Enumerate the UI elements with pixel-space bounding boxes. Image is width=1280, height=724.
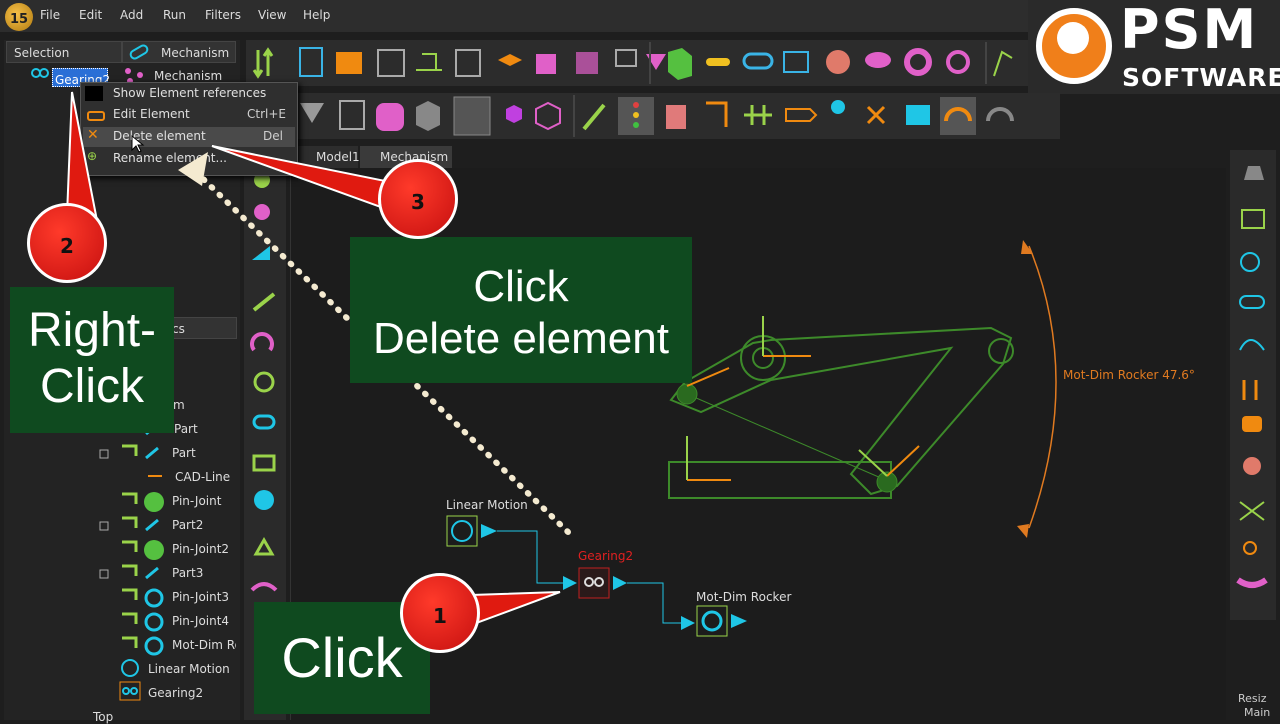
step-badge-3: 3 [378,159,458,239]
callout2-line2: Click [40,360,144,413]
step-badge-1: 1 [400,573,480,653]
callout3-line1: Click [473,262,569,311]
callout2-line1: Right- [27,304,157,357]
mouse-cursor-icon [131,134,145,153]
callout-delete-element: Click Delete element [350,237,692,383]
callout3-line2: Delete element [373,314,669,363]
callout-right-click: Right- Click [10,287,174,433]
step-badge-2: 2 [27,203,107,283]
